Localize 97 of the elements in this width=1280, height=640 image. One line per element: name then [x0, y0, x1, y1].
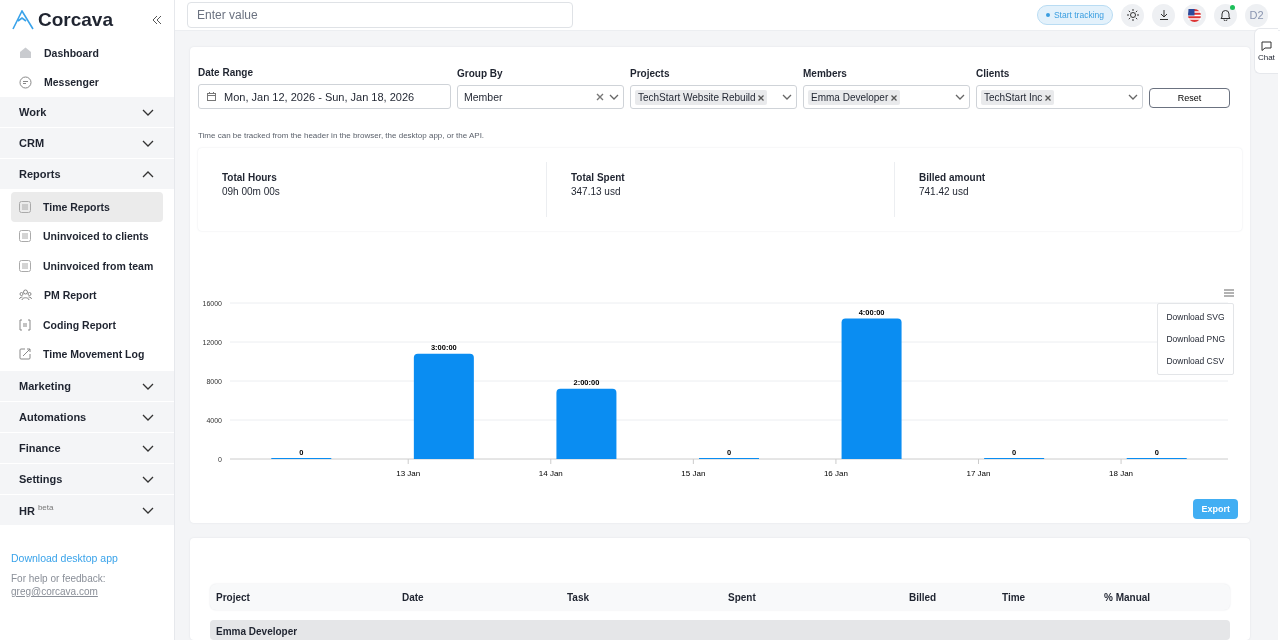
column-header: Billed	[909, 591, 938, 603]
group-by-select[interactable]: Member	[457, 85, 624, 109]
chevron-down-icon	[609, 94, 619, 100]
sidebar-item[interactable]: Time Movement Log	[11, 339, 163, 369]
sidebar-section[interactable]: Marketing	[0, 371, 174, 401]
stat-label: Total Spent	[571, 172, 626, 183]
group-row: Emma Developer	[210, 620, 1230, 640]
menu-item[interactable]: Download PNG	[1158, 328, 1233, 350]
chat-tab[interactable]: Chat	[1254, 28, 1278, 74]
multi-select[interactable]: TechStart Inc	[976, 85, 1143, 109]
sidebar-item[interactable]: Time Reports	[11, 192, 163, 222]
chevron-down-icon	[782, 94, 792, 100]
download-icon	[1158, 10, 1169, 20]
language-button[interactable]	[1183, 3, 1206, 27]
clear-icon[interactable]	[596, 93, 604, 101]
info-text: Time can be tracked from the header in the browser, the desktop app, or the API.	[198, 131, 486, 140]
filter-label: Date Range	[198, 67, 254, 78]
axis-label: 16 Jan	[823, 469, 848, 478]
selected-tag: TechStart Inc	[981, 89, 1055, 105]
status-dot-icon	[1230, 4, 1235, 10]
chevron-up-icon	[142, 170, 154, 178]
axis-label: 14 Jan	[538, 469, 563, 478]
flag-icon	[1188, 8, 1201, 22]
list-icon	[19, 230, 31, 243]
download-button[interactable]	[1152, 3, 1175, 27]
filter-label: Projects	[630, 68, 671, 79]
stat-label: Total Hours	[222, 172, 278, 183]
column-header: Time	[1002, 591, 1027, 603]
chevron-down-icon	[142, 139, 154, 147]
dot-icon	[1045, 13, 1050, 17]
column-header: Spent	[728, 591, 757, 603]
house-icon	[19, 46, 32, 60]
multi-select[interactable]: Emma Developer	[803, 85, 970, 109]
menu-item[interactable]: Download CSV	[1158, 350, 1233, 372]
column-header: Project	[216, 591, 251, 603]
menu-item[interactable]: Download SVG	[1158, 306, 1233, 328]
selected-tag: TechStart Website Rebuild	[635, 89, 768, 105]
collapse-icon[interactable]	[152, 15, 162, 25]
multi-select[interactable]: TechStart Website Rebuild	[630, 85, 797, 109]
list-icon	[19, 259, 31, 272]
chevron-down-icon	[142, 413, 154, 421]
stat-label: Billed amount	[919, 172, 987, 183]
logo-icon	[12, 10, 34, 30]
sidebar-section[interactable]: Settings	[0, 464, 174, 494]
axis-label: 15 Jan	[681, 469, 706, 478]
chevron-down-icon	[142, 108, 154, 116]
sun-icon	[1126, 9, 1139, 21]
date-range-field[interactable]: Mon, Jan 12, 2026 - Sun, Jan 18, 2026	[198, 84, 451, 109]
axis-label: 18 Jan	[1109, 469, 1134, 478]
reset-button[interactable]: Reset	[1149, 88, 1230, 108]
filter-label: Members	[803, 68, 848, 79]
list-icon	[19, 200, 31, 213]
stat-value: 09h 00m 00s	[222, 186, 281, 197]
notifications-button[interactable]	[1214, 3, 1237, 27]
bar	[556, 388, 617, 459]
calendar-icon	[207, 92, 216, 101]
chevron-down-icon	[142, 382, 154, 390]
sidebar-item[interactable]: Uninvoiced from team	[11, 251, 163, 281]
sidebar-item[interactable]: Coding Report	[11, 310, 163, 340]
column-header: % Manual	[1104, 591, 1152, 603]
stat-value: 741.42 usd	[919, 186, 970, 197]
column-header: Task	[567, 591, 591, 603]
filter-label: Group By	[457, 68, 504, 79]
help-text: For help or feedback:	[11, 572, 107, 585]
sidebar-section[interactable]: Automations	[0, 402, 174, 432]
sidebar-section[interactable]: CRM	[0, 128, 174, 158]
chat-bubble-icon	[19, 75, 32, 89]
selected-tag: Emma Developer	[808, 89, 901, 105]
sidebar-item[interactable]: PM Report	[11, 280, 163, 310]
remove-tag-icon[interactable]	[1045, 94, 1052, 101]
axis-label: 13 Jan	[396, 469, 421, 478]
axis-label: 17 Jan	[966, 469, 991, 478]
email-link[interactable]: greg@corcava.com	[11, 585, 163, 598]
chevron-down-icon	[955, 94, 965, 100]
chevron-down-icon	[142, 475, 154, 483]
sidebar-item[interactable]: Messenger	[11, 67, 163, 97]
people-icon	[19, 289, 32, 302]
sidebar-section[interactable]: HR $^{beta}$	[0, 495, 174, 525]
chevron-down-icon	[1128, 94, 1138, 100]
brackets-icon	[19, 318, 31, 331]
filter-label: Clients	[976, 68, 1011, 79]
sidebar-item[interactable]: Dashboard	[11, 38, 163, 68]
bell-icon	[1220, 9, 1231, 21]
chevron-down-icon	[142, 444, 154, 452]
remove-tag-icon[interactable]	[758, 94, 765, 101]
sidebar-section[interactable]: Reports	[0, 159, 174, 189]
search-field[interactable]: Enter value	[187, 2, 573, 28]
theme-button[interactable]	[1121, 3, 1144, 27]
brand-name: Corcava	[38, 9, 114, 31]
chevron-down-icon	[142, 506, 154, 514]
remove-tag-icon[interactable]	[891, 94, 898, 101]
sidebar-section[interactable]: Finance	[0, 433, 174, 463]
stat-value: 347.13 usd	[571, 186, 622, 197]
chat-icon	[1260, 40, 1272, 51]
sidebar-item[interactable]: Uninvoiced to clients	[11, 221, 163, 251]
sidebar-section[interactable]: Work	[0, 97, 174, 127]
column-header: Date	[402, 591, 425, 603]
